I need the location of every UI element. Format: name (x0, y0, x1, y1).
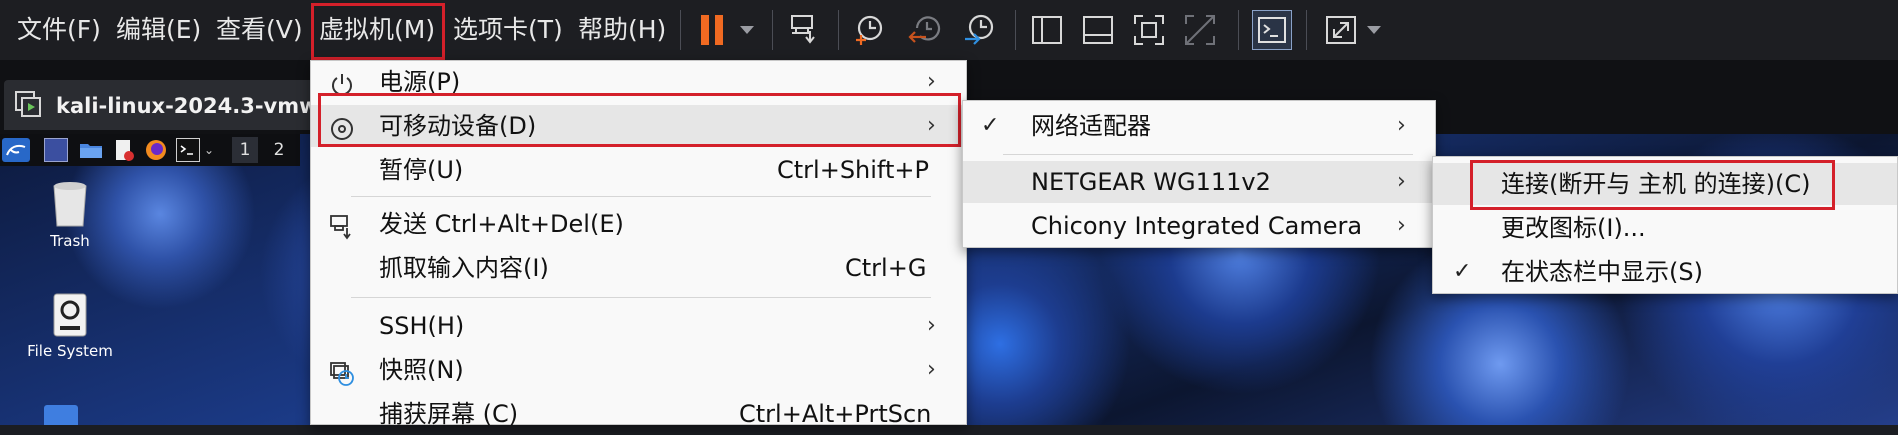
drive-icon (50, 292, 90, 338)
chevron-right-icon: › (1397, 213, 1406, 238)
checkmark-icon: ✓ (981, 113, 1000, 138)
trash-icon (50, 180, 90, 228)
shortcut-label: Ctrl+G (845, 254, 927, 282)
terminal-launcher-icon[interactable] (176, 138, 200, 162)
toolbar-separator (680, 10, 681, 50)
desktop-icon-label: File System (27, 342, 113, 360)
menu-file[interactable]: 文件(F) (17, 0, 101, 60)
workspace-2[interactable]: 2 (266, 137, 292, 163)
snapshot-manager-icon[interactable] (962, 13, 996, 47)
show-desktop-icon[interactable] (44, 138, 68, 162)
menu-item-pause[interactable]: 暂停(U) Ctrl+Shift+P (311, 149, 966, 191)
checkmark-icon: ✓ (1453, 259, 1472, 284)
unity-icon[interactable] (1183, 13, 1217, 47)
terminal-icon[interactable] (1252, 10, 1292, 50)
menu-item-network-adapter[interactable]: ✓ 网络适配器 › (963, 105, 1435, 147)
chevron-right-icon: › (1397, 169, 1406, 194)
menu-item-netgear[interactable]: NETGEAR WG111v2 › (963, 161, 1435, 203)
chevron-right-icon: › (927, 357, 936, 382)
toolbar-separator (838, 10, 839, 50)
workspace-1[interactable]: 1 (232, 137, 258, 163)
toolbar-separator (1306, 10, 1307, 50)
toolbar-separator (1238, 10, 1239, 50)
menubar: 文件(F) 编辑(E) 查看(V) 虚拟机(M) 选项卡(T) 帮助(H) (0, 0, 1898, 61)
menu-item-capture-screen[interactable]: 捕获屏幕 (C) Ctrl+Alt+PrtScn (311, 393, 966, 435)
shortcut-label: Ctrl+Alt+PrtScn (739, 400, 932, 428)
menu-divider (1003, 154, 1413, 155)
launcher-dropdown-icon[interactable]: ⌄ (204, 138, 216, 162)
desktop-icon-file-system[interactable]: File System (20, 292, 120, 360)
menu-item-grab-input[interactable]: 抓取输入内容(I) Ctrl+G (311, 247, 966, 289)
kali-menu-icon[interactable] (2, 138, 30, 162)
snapshot-take-icon[interactable] (852, 13, 886, 47)
menu-tabs[interactable]: 选项卡(T) (453, 0, 563, 60)
menu-item-show-in-statusbar[interactable]: ✓ 在状态栏中显示(S) (1433, 251, 1897, 293)
stretch-dropdown-icon[interactable] (1367, 26, 1381, 34)
library-icon[interactable] (1030, 13, 1064, 47)
desktop-icon-trash[interactable]: Trash (20, 180, 120, 250)
fullscreen-icon[interactable] (1132, 13, 1166, 47)
text-editor-icon[interactable] (112, 138, 136, 162)
removable-devices-highlight-box (318, 93, 961, 147)
guest-top-panel: ⌄ 1 2 (0, 134, 300, 166)
folder-icon[interactable] (44, 405, 78, 425)
snapshot-icon (329, 357, 355, 386)
send-ctrl-alt-del-icon[interactable] (788, 13, 822, 47)
file-manager-icon[interactable] (78, 138, 104, 162)
menu-item-snapshot[interactable]: 快照(N) › (311, 349, 966, 391)
menu-view[interactable]: 查看(V) (216, 0, 303, 60)
menu-divider (351, 196, 931, 197)
toolbar-separator (1015, 10, 1016, 50)
menu-item-change-icon[interactable]: 更改图标(I)... (1433, 207, 1897, 249)
send-keys-icon (329, 211, 355, 240)
menu-divider (351, 297, 931, 298)
shortcut-label: Ctrl+Shift+P (777, 156, 929, 184)
pause-dropdown-icon[interactable] (740, 26, 754, 34)
menu-item-ssh[interactable]: SSH(H) › (311, 305, 966, 347)
console-icon[interactable] (1081, 13, 1115, 47)
menu-item-send-ctrl-alt-del[interactable]: 发送 Ctrl+Alt+Del(E) (311, 203, 966, 245)
vm-tab-title: kali-linux-2024.3-vmwar (56, 94, 344, 118)
power-icon (329, 69, 355, 96)
chevron-right-icon: › (1397, 113, 1406, 138)
snapshot-revert-icon[interactable] (907, 13, 941, 47)
toolbar-separator (772, 10, 773, 50)
desktop-icon-label: Trash (50, 232, 90, 250)
menu-edit[interactable]: 编辑(E) (116, 0, 201, 60)
connect-highlight-box (1470, 160, 1835, 210)
chevron-right-icon: › (927, 313, 936, 338)
menu-item-chicony-camera[interactable]: Chicony Integrated Camera › (963, 205, 1435, 247)
removable-devices-menu: ✓ 网络适配器 › NETGEAR WG111v2 › Chicony Inte… (962, 100, 1436, 248)
firefox-icon[interactable] (144, 138, 168, 162)
vm-menu-highlight-box (311, 3, 445, 60)
vm-tab-icon (14, 90, 44, 120)
tab-vm[interactable]: kali-linux-2024.3-vmwar (4, 80, 343, 130)
menu-help[interactable]: 帮助(H) (578, 0, 666, 60)
pause-icon[interactable] (698, 13, 728, 47)
stretch-icon[interactable] (1324, 13, 1358, 47)
